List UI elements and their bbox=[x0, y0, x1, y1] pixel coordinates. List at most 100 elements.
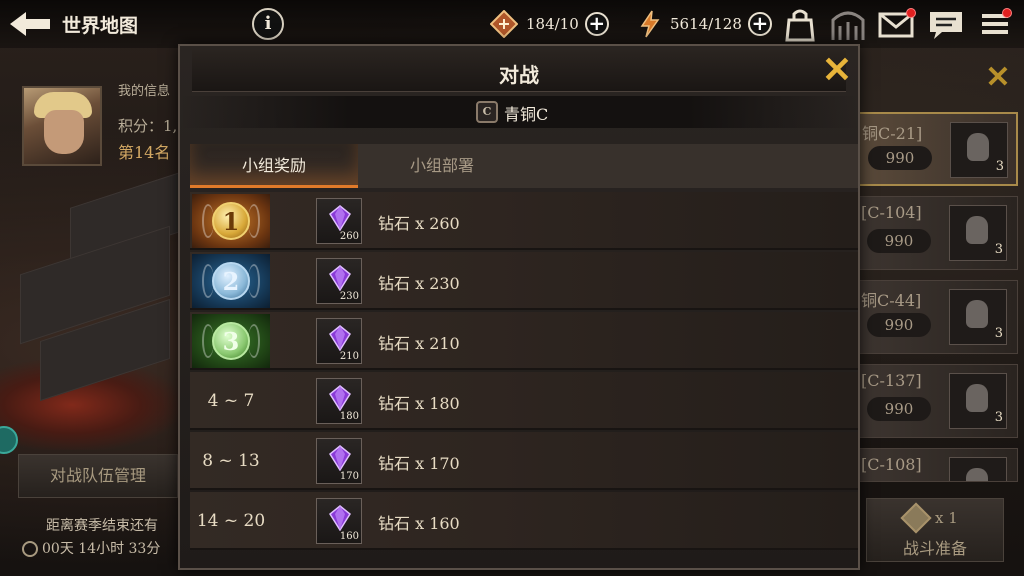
league-name: 青铜C bbox=[504, 105, 549, 124]
team-manage-button[interactable]: 对战队伍管理 bbox=[18, 454, 178, 498]
reward-item-slot[interactable]: 160 bbox=[316, 498, 362, 544]
team-count: 3 bbox=[994, 410, 1003, 425]
avatar-face bbox=[44, 110, 84, 154]
reward-row: 3 210 钻石 x 210 bbox=[190, 312, 858, 370]
close-icon[interactable]: ✕ bbox=[820, 52, 854, 88]
tab-group-deploy[interactable]: 小组部署 bbox=[358, 144, 526, 188]
energy-value: 5614/128 bbox=[670, 15, 742, 33]
rank-range: 14 ~ 20 bbox=[196, 511, 266, 531]
team-count: 3 bbox=[994, 326, 1003, 341]
opponent-name: [C-137] bbox=[861, 371, 922, 390]
opponent-row[interactable]: 铜C-44] 990 3 bbox=[858, 280, 1018, 354]
opponent-score: 990 bbox=[867, 313, 931, 337]
silver-medal-icon: 2 bbox=[212, 262, 250, 300]
opponent-score: 990 bbox=[868, 146, 932, 170]
tab-group-rewards[interactable]: 小组奖励 bbox=[190, 144, 358, 188]
modal-title: 对战 bbox=[499, 63, 539, 87]
gem-icon bbox=[329, 385, 351, 411]
reward-item-slot[interactable]: 260 bbox=[316, 198, 362, 244]
my-info-label: 我的信息 bbox=[118, 84, 171, 99]
energy-resource: 5614/128 + bbox=[638, 10, 772, 38]
energy-icon bbox=[640, 10, 660, 38]
reward-list: 1 260 钻石 x 260 2 230 钻石 x 230 3 210 钻石 x… bbox=[190, 192, 858, 558]
gem-icon bbox=[329, 445, 351, 471]
rank-range: 4 ~ 7 bbox=[207, 391, 255, 411]
reward-text: 钻石 x 160 bbox=[378, 514, 460, 533]
notification-dot bbox=[1002, 8, 1012, 18]
plus-icon[interactable]: + bbox=[747, 12, 772, 36]
prep-cost: x 1 bbox=[935, 509, 958, 527]
opponent-team-slot[interactable]: 3 bbox=[950, 122, 1008, 178]
gem-quantity: 170 bbox=[339, 471, 359, 482]
league-badge-icon: C bbox=[476, 101, 498, 123]
gem-icon bbox=[329, 505, 351, 531]
chat-icon[interactable] bbox=[928, 6, 964, 42]
gold-medal-icon: 1 bbox=[212, 202, 250, 240]
gem-quantity: 210 bbox=[339, 351, 359, 362]
reward-row: 4 ~ 7 180 钻石 x 180 bbox=[190, 372, 858, 430]
season-label: 距离赛季结束还有 bbox=[46, 518, 158, 534]
avatar[interactable] bbox=[22, 86, 102, 166]
modal-header: 对战 bbox=[192, 50, 846, 92]
season-countdown: 00天 14小时 33分 bbox=[42, 541, 161, 557]
battle-prep-button[interactable]: x 1 战斗准备 bbox=[866, 498, 1004, 562]
helmet-icon bbox=[967, 133, 989, 161]
opponent-row[interactable]: [C-108] bbox=[858, 448, 1018, 482]
opponent-row[interactable]: [C-104] 990 3 bbox=[858, 196, 1018, 270]
tab-bar: 小组奖励 小组部署 bbox=[190, 144, 858, 188]
stamina-icon bbox=[900, 502, 932, 534]
helmet-icon bbox=[966, 300, 988, 328]
rank-badge: 1 bbox=[192, 194, 270, 248]
plus-icon[interactable]: + bbox=[584, 12, 609, 36]
stamina-value: 184/10 bbox=[526, 15, 579, 33]
opponent-team-slot[interactable] bbox=[949, 457, 1007, 481]
team-count: 3 bbox=[995, 159, 1004, 174]
opponent-name: 铜C-21] bbox=[862, 124, 923, 143]
opponent-team-slot[interactable]: 3 bbox=[949, 205, 1007, 261]
opponent-row[interactable]: 铜C-21] 990 3 bbox=[858, 112, 1018, 186]
back-arrow-icon[interactable] bbox=[8, 10, 52, 38]
info-icon[interactable]: i bbox=[252, 8, 284, 40]
reward-item-slot[interactable]: 180 bbox=[316, 378, 362, 424]
reward-item-slot[interactable]: 210 bbox=[316, 318, 362, 364]
gem-quantity: 160 bbox=[339, 531, 359, 542]
opponent-team-slot[interactable]: 3 bbox=[949, 289, 1007, 345]
reward-row: 2 230 钻石 x 230 bbox=[190, 252, 858, 310]
reward-text: 钻石 x 260 bbox=[378, 214, 460, 233]
opponent-team-slot[interactable]: 3 bbox=[949, 373, 1007, 429]
rank-label: 第14名 bbox=[118, 143, 171, 162]
reward-item-slot[interactable]: 230 bbox=[316, 258, 362, 304]
score-label: 积分：1, bbox=[118, 117, 178, 135]
gem-icon bbox=[329, 325, 351, 351]
gem-icon bbox=[329, 265, 351, 291]
page-title: 世界地图 bbox=[62, 15, 139, 37]
reward-item-slot[interactable]: 170 bbox=[316, 438, 362, 484]
clock-icon bbox=[22, 541, 38, 557]
notification-dot bbox=[906, 8, 916, 18]
opponent-row[interactable]: [C-137] 990 3 bbox=[858, 364, 1018, 438]
bag-icon[interactable] bbox=[782, 6, 818, 42]
helmet-icon bbox=[966, 216, 988, 244]
gem-quantity: 180 bbox=[339, 411, 359, 422]
reward-row: 1 260 钻石 x 260 bbox=[190, 192, 858, 250]
gate-icon[interactable] bbox=[830, 6, 866, 42]
opponent-score: 990 bbox=[867, 397, 931, 421]
opponent-name: [C-108] bbox=[861, 455, 922, 474]
opponent-name: [C-104] bbox=[861, 203, 922, 222]
close-icon[interactable]: ✕ bbox=[984, 63, 1012, 93]
reward-row: 14 ~ 20 160 钻石 x 160 bbox=[190, 492, 858, 550]
reward-row: 8 ~ 13 170 钻石 x 170 bbox=[190, 432, 858, 490]
reward-text: 钻石 x 180 bbox=[378, 394, 460, 413]
stamina-icon bbox=[490, 10, 518, 38]
gem-quantity: 230 bbox=[339, 291, 359, 302]
team-count: 3 bbox=[994, 242, 1003, 257]
league-bar: C 青铜C bbox=[180, 96, 858, 128]
opponent-score: 990 bbox=[867, 229, 931, 253]
top-bar: 世界地图 i 184/10 + 5614/128 + bbox=[0, 0, 1024, 48]
reward-text: 钻石 x 170 bbox=[378, 454, 460, 473]
bronze-medal-icon: 3 bbox=[212, 322, 250, 360]
stamina-resource: 184/10 + bbox=[490, 10, 609, 38]
gem-icon bbox=[329, 205, 351, 231]
rank-range: 8 ~ 13 bbox=[202, 451, 260, 471]
helmet-icon bbox=[966, 384, 988, 412]
